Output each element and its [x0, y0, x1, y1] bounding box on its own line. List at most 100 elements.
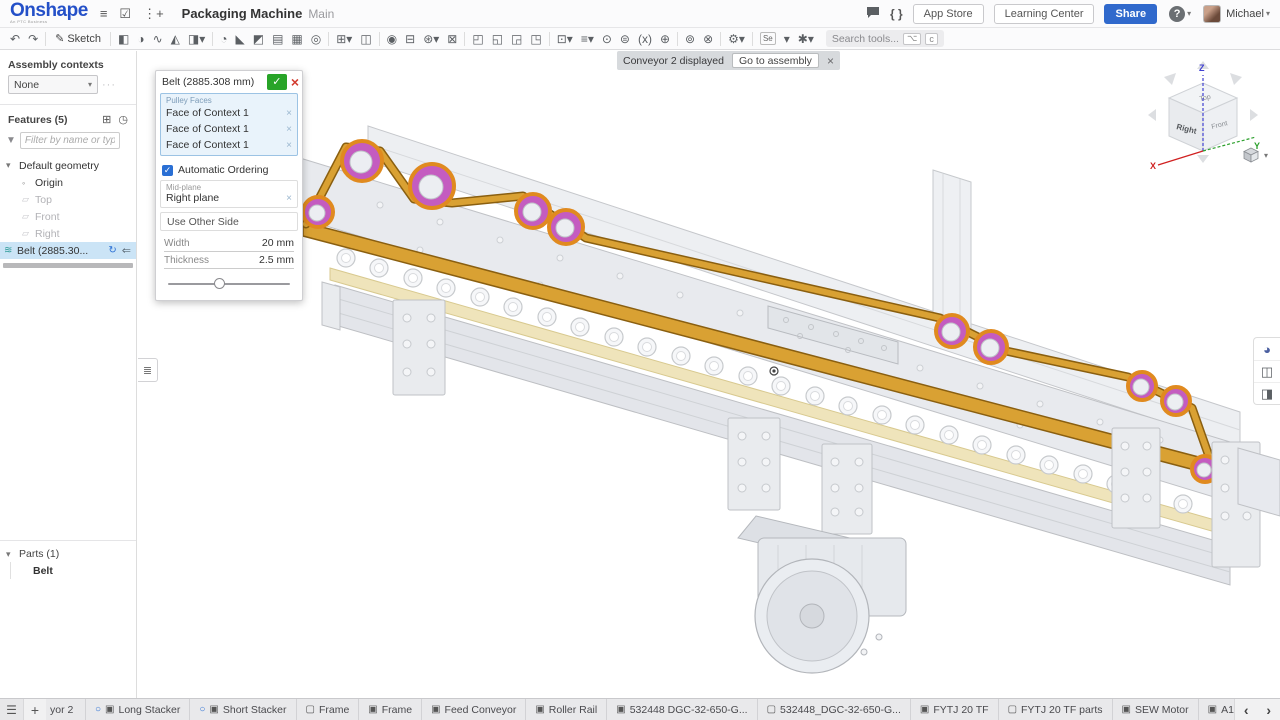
- feature-tree-item[interactable]: ◦ Origin: [0, 174, 136, 191]
- rollback-arrow-icon[interactable]: ⇐: [122, 244, 131, 257]
- feature-tool-icon[interactable]: [677, 32, 678, 46]
- feature-tool-icon[interactable]: [549, 32, 550, 46]
- help-caret-icon[interactable]: ▾: [1187, 9, 1191, 18]
- notification-close-icon[interactable]: ×: [827, 54, 834, 68]
- feature-tool-icon[interactable]: ∿: [149, 30, 167, 48]
- remove-plane-icon[interactable]: ×: [286, 193, 292, 204]
- create-folder-icon[interactable]: ⊞: [102, 113, 111, 126]
- display-states-icon[interactable]: ◫: [1254, 360, 1280, 382]
- versions-icon[interactable]: ☑: [119, 6, 131, 22]
- feature-tree-item[interactable]: ▱ Right: [0, 225, 136, 242]
- feature-tool-icon[interactable]: ▤: [268, 30, 287, 48]
- pulley[interactable]: [303, 197, 333, 227]
- share-button[interactable]: Share: [1104, 4, 1157, 24]
- feature-tool-icon[interactable]: ◑: [133, 30, 148, 48]
- feature-tool-icon[interactable]: [464, 32, 465, 46]
- pulley[interactable]: [342, 141, 382, 181]
- document-tab[interactable]: ▢ 532448_DGC-32-650-G...: [758, 699, 911, 720]
- remove-face-icon[interactable]: ×: [286, 140, 292, 151]
- feature-tool-icon[interactable]: ⊗: [699, 30, 717, 48]
- motor[interactable]: [738, 516, 906, 673]
- cancel-button[interactable]: ×: [291, 74, 299, 90]
- document-tab[interactable]: ▣ FYTJ 20 TF: [911, 699, 999, 720]
- feature-tool-icon[interactable]: ⊚: [681, 30, 699, 48]
- pulley[interactable]: [936, 315, 968, 347]
- update-context-icon[interactable]: ↻: [108, 245, 116, 256]
- feature-tool-icon[interactable]: ◳: [526, 30, 545, 48]
- feature-list-flyout-button[interactable]: ≣: [138, 358, 158, 382]
- user-avatar[interactable]: [1203, 5, 1221, 23]
- document-tab[interactable]: ○ ▣ Short Stacker: [190, 699, 296, 720]
- appearance-panel-icon[interactable]: ◕: [1254, 338, 1280, 360]
- confirm-button[interactable]: ✓: [267, 74, 287, 90]
- face-selection-row[interactable]: Face of Context 1 ×: [161, 105, 297, 121]
- sketch-button[interactable]: ✎ Sketch: [49, 32, 107, 45]
- mate-connector-marker[interactable]: [770, 367, 778, 375]
- user-caret-icon[interactable]: ▾: [1266, 9, 1270, 18]
- remove-face-icon[interactable]: ×: [286, 108, 292, 119]
- feature-tool-icon[interactable]: [379, 32, 380, 46]
- document-tab[interactable]: ○ ▣ Long Stacker: [86, 699, 190, 720]
- feature-tree-item[interactable]: ≋ Belt (2885.30... ↻ ⇐: [0, 242, 136, 259]
- feature-tree-item[interactable]: ▾ Default geometry: [0, 157, 136, 174]
- pulley[interactable]: [410, 164, 454, 208]
- document-tab[interactable]: ▢ FYTJ 20 TF parts: [999, 699, 1113, 720]
- pulley[interactable]: [516, 194, 550, 228]
- extension-rail[interactable]: [1238, 448, 1280, 516]
- feature-tool-icon[interactable]: ⊠: [443, 30, 461, 48]
- feature-tree-item[interactable]: ▱ Front: [0, 208, 136, 225]
- conveyor-model[interactable]: [137, 51, 1280, 698]
- pulley[interactable]: [1162, 387, 1190, 415]
- automatic-ordering-checkbox[interactable]: ✓ Automatic Ordering: [156, 160, 302, 180]
- comments-icon[interactable]: [866, 6, 880, 22]
- custom-features-icon[interactable]: ✱▾: [794, 30, 818, 48]
- document-tab[interactable]: ▢ Frame: [297, 699, 360, 720]
- feature-tool-icon[interactable]: ◲: [507, 30, 526, 48]
- pulley-faces-list[interactable]: Pulley Faces Face of Context 1 × Face of…: [160, 93, 298, 156]
- context-more-button[interactable]: ···: [102, 79, 116, 91]
- document-tab[interactable]: ▣ Feed Conveyor: [422, 699, 526, 720]
- go-to-assembly-button[interactable]: Go to assembly: [732, 53, 819, 68]
- feature-tool-icon[interactable]: ◱: [488, 30, 507, 48]
- remove-face-icon[interactable]: ×: [286, 156, 292, 157]
- graphics-viewport[interactable]: Top Right Front Z Y X ▾: [137, 51, 1280, 698]
- app-store-button[interactable]: App Store: [913, 4, 984, 24]
- feature-tool-icon[interactable]: ◧: [114, 30, 133, 48]
- feature-tool-icon[interactable]: ◉: [383, 30, 401, 48]
- document-tab[interactable]: ▣ 532448 DGC-32-650-G...: [607, 699, 757, 720]
- feature-tool-icon[interactable]: ⊡▾: [553, 30, 577, 48]
- feature-tool-icon[interactable]: ◫: [356, 30, 375, 48]
- document-tab[interactable]: ▣ Roller Rail: [526, 699, 607, 720]
- part-list-item[interactable]: Belt: [10, 562, 136, 579]
- feature-tree-item[interactable]: ▱ Top: [0, 191, 136, 208]
- featurescript-icon[interactable]: { }: [890, 7, 903, 21]
- face-selection-row[interactable]: Face of Context 1 ×: [161, 153, 297, 156]
- feature-tool-icon[interactable]: ◔: [216, 30, 231, 48]
- feature-tool-icon[interactable]: ◎: [307, 30, 325, 48]
- pulley[interactable]: [975, 331, 1007, 363]
- rollback-bar[interactable]: [3, 263, 133, 268]
- feature-tool-icon[interactable]: ◭: [167, 30, 184, 48]
- sheet-metal-icon[interactable]: Se: [756, 30, 780, 48]
- settings-gear-icon[interactable]: ⚙▾: [724, 30, 749, 48]
- insert-elements-icon[interactable]: ⋮+: [143, 6, 164, 22]
- feature-tool-icon[interactable]: ⊜: [616, 30, 634, 48]
- document-tab[interactable]: yor 2: [46, 699, 86, 720]
- parts-header[interactable]: ▾ Parts (1): [0, 546, 136, 562]
- thickness-slider[interactable]: [168, 278, 290, 290]
- scroll-tabs-left-icon[interactable]: ‹: [1244, 703, 1249, 717]
- document-tab[interactable]: ▣ SEW Motor: [1113, 699, 1199, 720]
- feature-tool-icon[interactable]: ◨▾: [184, 30, 209, 48]
- feature-tool-icon[interactable]: ⊙: [598, 30, 616, 48]
- assembly-context-select[interactable]: None ▾: [8, 75, 98, 94]
- sheet-metal-caret-icon[interactable]: ▾: [780, 30, 794, 48]
- scroll-tabs-right-icon[interactable]: ›: [1266, 703, 1271, 717]
- feature-tool-icon[interactable]: ≡▾: [577, 30, 598, 48]
- feature-filter-input[interactable]: [20, 132, 120, 149]
- midplane-field[interactable]: Mid-plane Right plane ×: [160, 180, 298, 208]
- feature-tool-icon[interactable]: ◰: [468, 30, 487, 48]
- undo-icon[interactable]: ↶: [6, 30, 24, 48]
- width-field[interactable]: Width 20 mm: [164, 237, 294, 252]
- tab-manager-button[interactable]: ☰: [0, 699, 24, 720]
- onshape-logo[interactable]: Onshape An PTC Business: [10, 3, 88, 24]
